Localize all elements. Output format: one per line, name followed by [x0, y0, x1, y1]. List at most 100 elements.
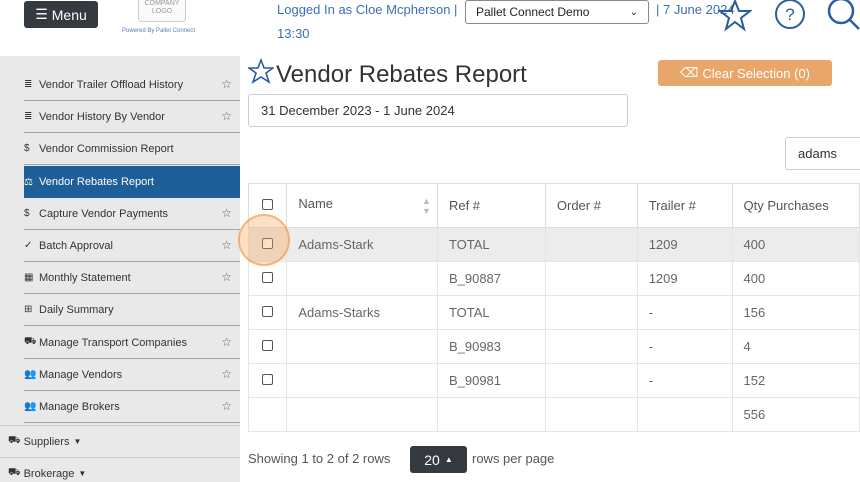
table-search-input[interactable]: adams — [785, 137, 860, 170]
star-icon[interactable]: ☆ — [221, 238, 232, 252]
sidebar-item-label: Batch Approval — [39, 239, 113, 252]
star-icon[interactable]: ☆ — [221, 367, 232, 381]
column-header-trailer[interactable]: Trailer # — [636, 183, 733, 228]
sidebar-item-batch-approval[interactable]: ✓ Batch Approval ☆ — [24, 230, 240, 262]
table-row[interactable]: B_90887 1209 400 — [247, 261, 860, 296]
sidebar-item-vendor-history-by-vendor[interactable]: ≣ Vendor History By Vendor ☆ — [24, 101, 240, 133]
cell-ref: B_90981 — [436, 363, 546, 398]
cell-order — [544, 295, 638, 330]
select-all-checkbox[interactable] — [262, 199, 273, 210]
row-select-cell — [247, 329, 288, 364]
sidebar-group-suppliers[interactable]: ⛟ Suppliers ▼ — [0, 425, 240, 457]
svg-text:?: ? — [785, 5, 794, 24]
cell-order — [544, 363, 638, 398]
row-select-cell — [247, 295, 288, 330]
dollar-icon: $ — [24, 208, 30, 219]
sidebar-item-manage-brokers[interactable]: 👥 Manage Brokers ☆ — [24, 391, 240, 423]
star-icon[interactable]: ☆ — [221, 270, 232, 284]
cell-name: Adams-Stark — [286, 227, 438, 262]
column-header-qty-purchases[interactable]: Qty Purchases — [731, 183, 860, 228]
sidebar-item-label: Vendor Rebates Report — [39, 176, 154, 188]
search-icon[interactable] — [826, 0, 860, 35]
star-icon[interactable] — [717, 0, 753, 37]
sidebar-item-label: Manage Transport Companies — [39, 336, 187, 349]
calendar-icon: ▦ — [24, 272, 34, 283]
sidebar-item-vendor-rebates-report[interactable]: ⚖ Vendor Rebates Report — [24, 166, 240, 198]
star-icon[interactable]: ☆ — [221, 77, 232, 91]
rows-per-page-button[interactable]: 20 ▲ — [410, 446, 467, 473]
sidebar-group-label: Suppliers — [23, 435, 70, 448]
column-header-order[interactable]: Order # — [544, 183, 638, 228]
star-icon[interactable]: ☆ — [221, 335, 232, 349]
table-footer-row: 556 — [247, 397, 860, 432]
company-select[interactable]: Pallet Connect Demo ⌄ — [465, 0, 649, 24]
column-header-name[interactable]: Name ▲ ▼ — [286, 183, 438, 228]
cell-ref: B_90983 — [436, 329, 546, 364]
sort-icon[interactable]: ▲ ▼ — [422, 196, 431, 216]
row-checkbox[interactable] — [262, 238, 273, 249]
row-checkbox[interactable] — [262, 340, 273, 351]
eraser-icon: ⌫ — [679, 65, 699, 80]
sidebar-item-vendor-trailer-offload-history[interactable]: ≣ Vendor Trailer Offload History ☆ — [24, 69, 240, 101]
page-title: Vendor Rebates Report — [246, 57, 527, 91]
scale-icon: ⚖ — [24, 176, 33, 188]
dollar-icon: $ — [24, 143, 30, 154]
cell-name: Adams-Starks — [286, 295, 438, 330]
sidebar-group-label: Brokerage — [23, 467, 75, 480]
star-icon[interactable]: ☆ — [221, 399, 232, 413]
column-header-ref[interactable]: Ref # — [436, 183, 546, 228]
sidebar-item-label: Vendor Trailer Offload History — [39, 78, 184, 91]
sidebar-item-label: Monthly Statement — [39, 271, 131, 284]
rows-per-page-label: rows per page — [472, 451, 555, 466]
cell-trailer: - — [636, 363, 733, 398]
cell-order — [544, 227, 638, 262]
table-row[interactable]: Adams-Starks TOTAL - 156 — [247, 295, 860, 330]
hamburger-icon: ☰ — [35, 6, 48, 22]
cell-qty: 4 — [731, 329, 860, 364]
cell-qty: 156 — [731, 295, 860, 330]
header-separator: | — [454, 2, 458, 17]
company-select-value: Pallet Connect Demo — [476, 5, 590, 19]
users-icon: 👥 — [24, 369, 37, 380]
chevron-down-icon: ⌄ — [629, 6, 638, 18]
logged-in-text: Logged In as Cloe Mcpherson — [277, 2, 451, 17]
cell-name — [286, 261, 438, 296]
favorite-star-icon[interactable] — [246, 57, 276, 91]
users-icon: 👥 — [24, 401, 37, 412]
sidebar-item-vendor-commission-report[interactable]: $ Vendor Commission Report — [24, 133, 240, 165]
sidebar-item-capture-vendor-payments[interactable]: $ Capture Vendor Payments ☆ — [24, 198, 240, 230]
date-range-input[interactable]: 31 December 2023 - 1 June 2024 — [248, 94, 628, 127]
clear-selection-label: Clear Selection (0) — [702, 65, 811, 81]
table-row[interactable]: B_90983 - 4 — [247, 329, 860, 364]
check-icon: ✓ — [24, 240, 33, 251]
star-icon[interactable]: ☆ — [221, 109, 232, 123]
clear-selection-button[interactable]: ⌫ Clear Selection (0) — [658, 60, 832, 86]
sidebar-item-manage-vendors[interactable]: 👥 Manage Vendors ☆ — [24, 359, 240, 391]
sidebar-item-label: Daily Summary — [39, 303, 114, 316]
row-checkbox[interactable] — [262, 272, 273, 283]
menu-button[interactable]: ☰ Menu — [24, 1, 98, 28]
sidebar-item-manage-transport-companies[interactable]: ⛟ Manage Transport Companies ☆ — [24, 327, 240, 359]
row-select-cell — [247, 363, 288, 398]
cell-order — [544, 261, 638, 296]
current-time: 13:30 — [277, 26, 310, 41]
cell-order — [544, 329, 638, 364]
caret-up-icon: ▲ — [444, 455, 453, 464]
rows-per-page-value: 20 — [424, 451, 440, 468]
sidebar-item-label: Manage Brokers — [39, 400, 120, 413]
star-icon[interactable]: ☆ — [221, 206, 232, 220]
sidebar-group-brokerage[interactable]: ⛟ Brokerage ▼ — [0, 457, 240, 482]
help-icon[interactable]: ? — [774, 0, 806, 35]
row-checkbox[interactable] — [262, 306, 273, 317]
sidebar-item-daily-summary[interactable]: ⊞ Daily Summary — [24, 294, 240, 326]
cell-trailer: 1209 — [636, 261, 733, 296]
sidebar-item-monthly-statement[interactable]: ▦ Monthly Statement ☆ — [24, 262, 240, 294]
cell-trailer: - — [636, 295, 733, 330]
table-row[interactable]: Adams-Stark TOTAL 1209 400 — [247, 227, 860, 262]
cell-ref: B_90887 — [436, 261, 546, 296]
table-row[interactable]: B_90981 - 152 — [247, 363, 860, 398]
row-checkbox[interactable] — [262, 374, 273, 385]
cell-name — [286, 363, 438, 398]
select-all-cell — [247, 183, 288, 228]
cell-qty: 400 — [731, 227, 860, 262]
